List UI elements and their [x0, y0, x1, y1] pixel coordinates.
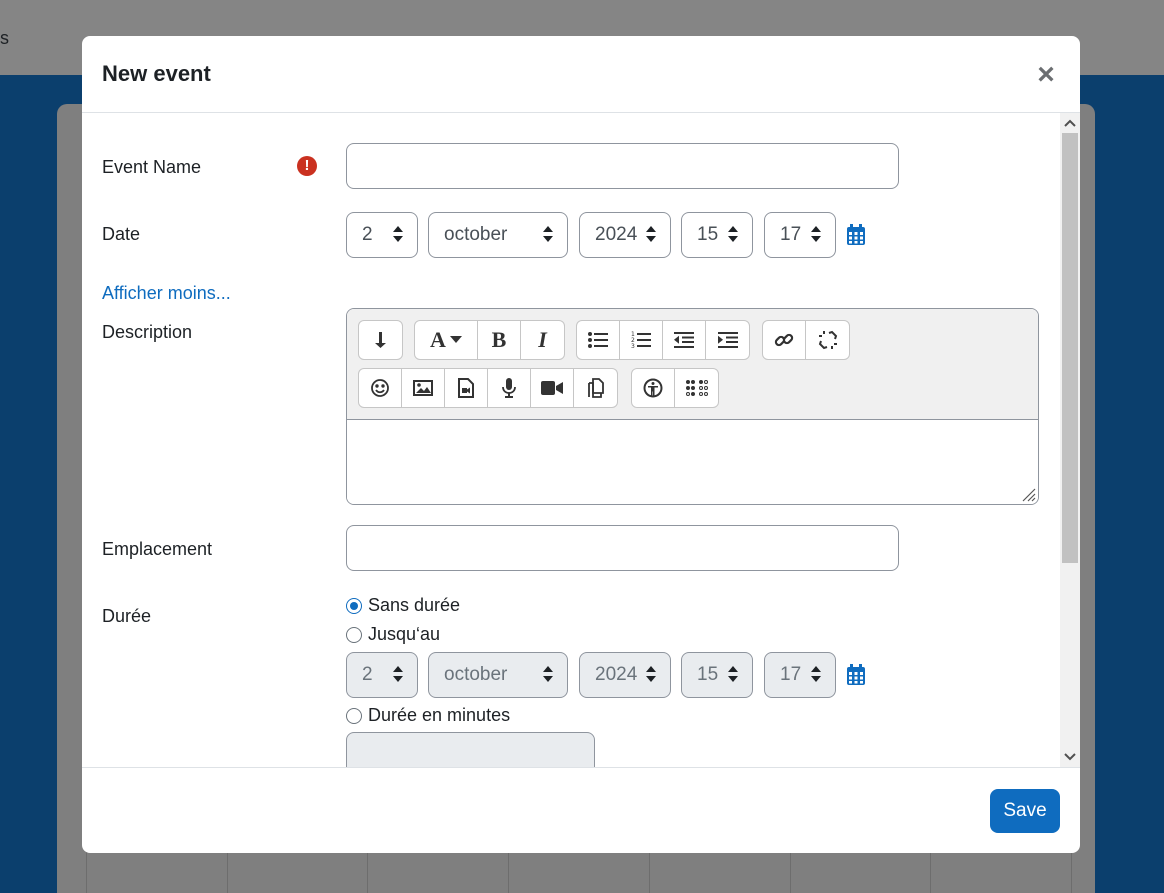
select-caret-icon	[543, 226, 553, 244]
duration-option-label: Durée en minutes	[368, 705, 511, 725]
resize-grip-icon[interactable]	[1020, 486, 1036, 502]
until-year-select[interactable]: 2024	[579, 652, 671, 698]
background-text-fragment: s	[0, 28, 9, 48]
date-year-value: 2024	[595, 224, 638, 245]
editor-toolbar: A B I 123	[347, 309, 1038, 420]
duration-option-none[interactable]: Sans durée	[346, 595, 460, 616]
until-day-select[interactable]: 2	[346, 652, 418, 698]
radio-button[interactable]	[346, 707, 362, 724]
save-button[interactable]: Save	[990, 789, 1060, 833]
select-caret-icon	[393, 666, 403, 684]
modal-body: Event Name ! Date 2 october 2024 15 17 A…	[82, 113, 1080, 767]
radio-button-checked[interactable]	[346, 597, 362, 614]
until-minute-select[interactable]: 17	[764, 652, 836, 698]
calendar-icon[interactable]	[846, 664, 866, 686]
select-caret-icon	[646, 666, 656, 684]
duration-option-label: Sans durée	[368, 595, 461, 615]
location-label: Emplacement	[102, 539, 213, 559]
screenreader-helper-icon[interactable]	[675, 369, 718, 407]
calendar-icon[interactable]	[846, 224, 866, 246]
toolbar-group-links	[762, 320, 850, 360]
scroll-down-arrow-icon[interactable]	[1060, 747, 1080, 767]
indent-icon[interactable]	[706, 321, 749, 359]
image-icon[interactable]	[402, 369, 445, 407]
radio-button[interactable]	[346, 626, 362, 643]
event-name-label: Event Name	[102, 157, 202, 177]
select-caret-icon	[728, 226, 738, 244]
scrollbar-thumb[interactable]	[1062, 133, 1078, 563]
duration-option-label: Jusqu‘au	[368, 624, 441, 644]
date-minute-select[interactable]: 17	[764, 212, 836, 258]
event-name-input[interactable]	[346, 143, 899, 189]
video-camera-icon[interactable]	[531, 369, 574, 407]
italic-icon[interactable]: I	[521, 321, 564, 359]
unlink-icon[interactable]	[806, 321, 849, 359]
date-label: Date	[102, 224, 141, 244]
microphone-icon[interactable]	[488, 369, 531, 407]
font-style-icon[interactable]: A	[415, 321, 478, 359]
until-month-value: october	[444, 664, 508, 685]
manage-files-icon[interactable]	[574, 369, 617, 407]
show-less-link[interactable]: Afficher moins...	[102, 283, 231, 304]
until-minute-value: 17	[780, 664, 802, 685]
select-caret-icon	[728, 666, 738, 684]
duration-option-until[interactable]: Jusqu‘au	[346, 624, 440, 645]
link-icon[interactable]	[763, 321, 806, 359]
duration-label: Durée	[102, 606, 152, 626]
modal-footer: Save	[82, 767, 1080, 853]
description-editor: A B I 123	[346, 308, 1039, 505]
svg-text:3: 3	[631, 343, 635, 349]
modal-title: New event	[102, 61, 211, 86]
until-month-select[interactable]: october	[428, 652, 568, 698]
media-icon[interactable]	[445, 369, 488, 407]
select-caret-icon	[393, 226, 403, 244]
background-calendar-grid	[86, 852, 1073, 893]
until-hour-select[interactable]: 15	[681, 652, 753, 698]
until-hour-value: 15	[697, 664, 719, 685]
toolbar-group-accessibility	[631, 368, 719, 408]
emoji-icon[interactable]	[359, 369, 402, 407]
toolbar-group-lists: 123	[576, 320, 750, 360]
select-caret-icon	[646, 226, 656, 244]
date-day-value: 2	[362, 224, 373, 245]
date-month-select[interactable]: october	[428, 212, 568, 258]
bold-icon[interactable]: B	[478, 321, 521, 359]
duration-minutes-input[interactable]	[346, 732, 595, 767]
date-hour-value: 15	[697, 224, 719, 245]
location-input[interactable]	[346, 525, 899, 571]
until-day-value: 2	[362, 664, 373, 685]
unordered-list-icon[interactable]	[577, 321, 620, 359]
description-label: Description	[102, 322, 193, 342]
date-hour-select[interactable]: 15	[681, 212, 753, 258]
date-month-value: october	[444, 224, 508, 245]
required-icon: !	[297, 156, 317, 176]
select-caret-icon	[811, 226, 821, 244]
toolbar-group-media	[358, 368, 618, 408]
paragraph-style-icon[interactable]	[359, 321, 402, 359]
scroll-up-arrow-icon[interactable]	[1060, 113, 1080, 133]
date-year-select[interactable]: 2024	[579, 212, 671, 258]
select-caret-icon	[811, 666, 821, 684]
until-year-value: 2024	[595, 664, 638, 685]
modal-header: New event ×	[82, 36, 1080, 113]
accessibility-checker-icon[interactable]	[632, 369, 675, 407]
duration-option-minutes[interactable]: Durée en minutes	[346, 705, 510, 726]
modal-scrollbar[interactable]	[1060, 113, 1080, 767]
date-minute-value: 17	[780, 224, 802, 245]
description-textarea[interactable]	[347, 420, 1038, 504]
toolbar-group-paragraph	[358, 320, 403, 360]
new-event-modal: New event × Event Name ! Date 2 october …	[82, 36, 1080, 853]
date-day-select[interactable]: 2	[346, 212, 418, 258]
select-caret-icon	[543, 666, 553, 684]
toolbar-group-style: A B I	[414, 320, 565, 360]
close-icon[interactable]: ×	[1034, 60, 1058, 90]
outdent-icon[interactable]	[663, 321, 706, 359]
ordered-list-icon[interactable]: 123	[620, 321, 663, 359]
